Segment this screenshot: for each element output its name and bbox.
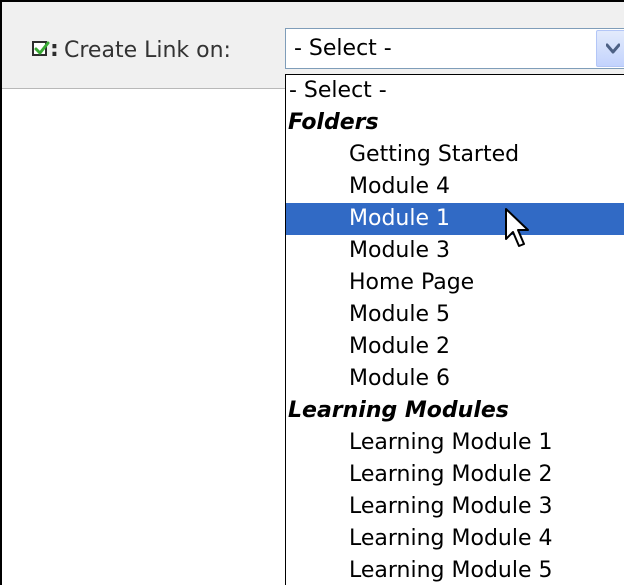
optgroup-learning-modules: Learning Modules — [288, 398, 509, 423]
option-module-4[interactable]: Module 4 — [286, 171, 624, 203]
option-module-5[interactable]: Module 5 — [286, 299, 624, 331]
option-module-1[interactable]: Module 1 — [286, 203, 624, 235]
dropdown-arrow-button[interactable] — [596, 30, 624, 67]
screenshot-frame: : Create Link on: - Select - - Select - … — [0, 0, 624, 585]
option-learning-module-2[interactable]: Learning Module 2 — [286, 459, 624, 491]
create-link-label: Create Link on: — [64, 38, 231, 63]
option-module-3[interactable]: Module 3 — [286, 235, 624, 267]
option-learning-module-1[interactable]: Learning Module 1 — [286, 427, 624, 459]
option-learning-module-5[interactable]: Learning Module 5 — [286, 555, 624, 585]
option-getting-started[interactable]: Getting Started — [286, 139, 624, 171]
select-current-value: - Select - — [294, 36, 392, 61]
option-learning-module-4[interactable]: Learning Module 4 — [286, 523, 624, 555]
create-link-select[interactable]: - Select - — [285, 28, 624, 69]
dropdown-list: - Select - Folders Getting Started Modul… — [285, 74, 624, 585]
mouse-pointer-icon — [505, 208, 529, 247]
checkbox-checked-icon[interactable] — [32, 41, 50, 56]
chevron-down-icon — [606, 43, 620, 54]
colon-glyph: : — [50, 37, 59, 62]
option-module-2[interactable]: Module 2 — [286, 331, 624, 363]
optgroup-folders: Folders — [288, 110, 379, 135]
option-learning-module-3[interactable]: Learning Module 3 — [286, 491, 624, 523]
option-select-placeholder[interactable]: - Select - — [286, 75, 624, 107]
option-home-page[interactable]: Home Page — [286, 267, 624, 299]
option-module-6[interactable]: Module 6 — [286, 363, 624, 395]
